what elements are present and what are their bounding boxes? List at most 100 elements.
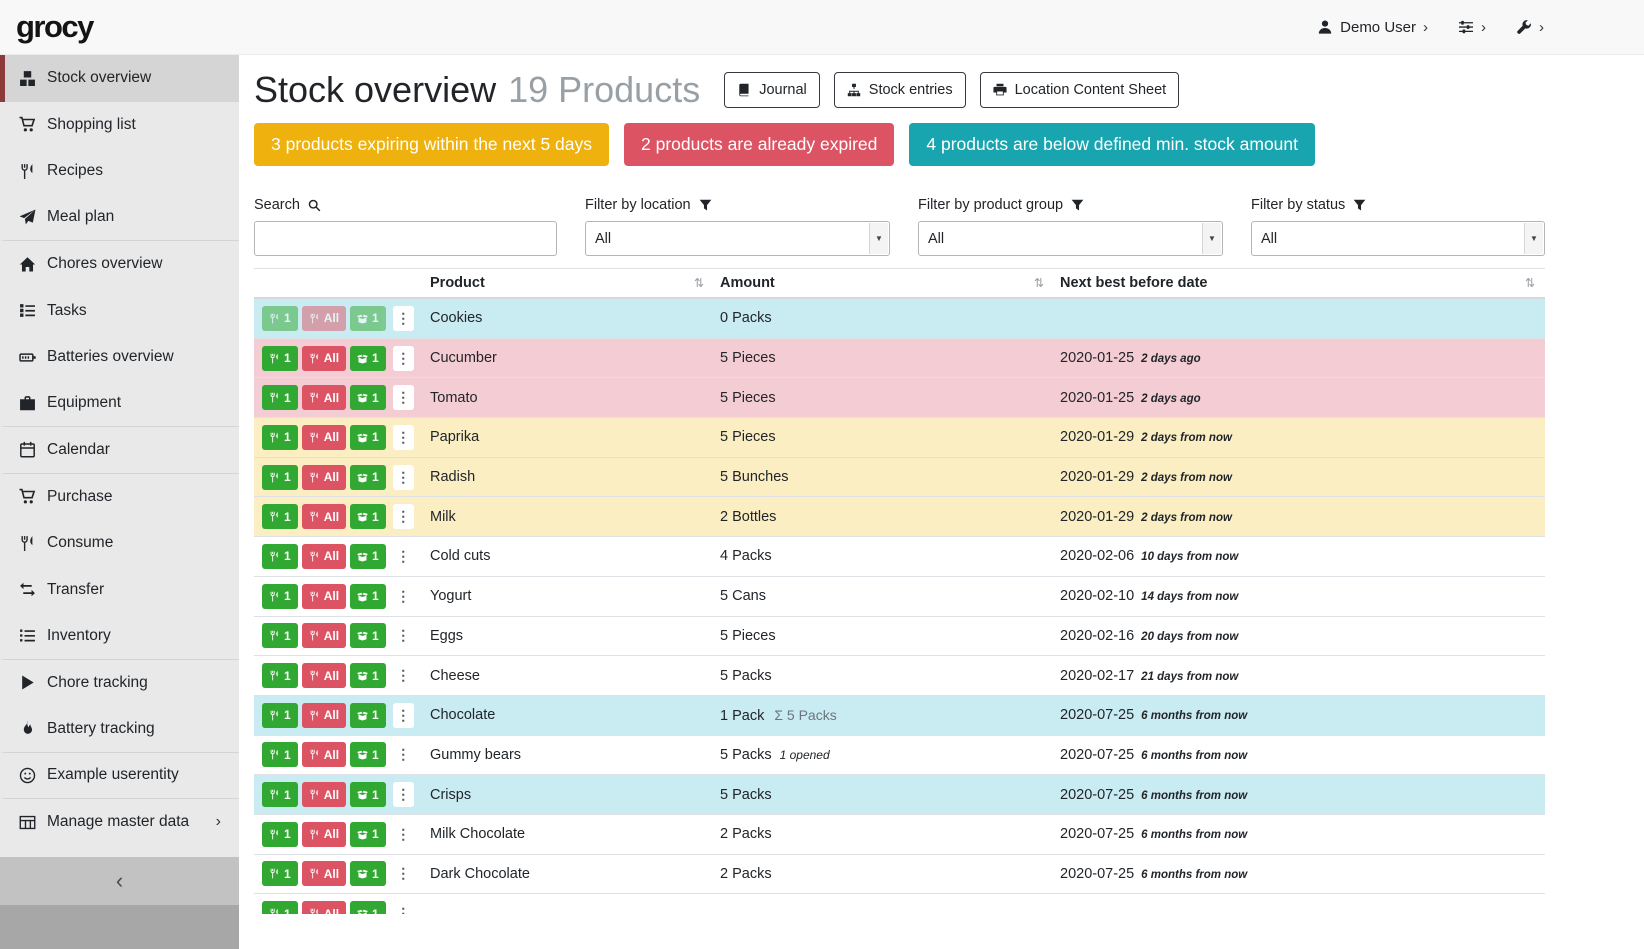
row-menu-button[interactable]: ⋮ bbox=[393, 861, 414, 886]
sidebar-item-meal-plan[interactable]: Meal plan bbox=[0, 195, 239, 242]
consume-one-button[interactable]: 1 bbox=[262, 901, 298, 914]
row-menu-button[interactable]: ⋮ bbox=[393, 584, 414, 609]
open-one-button[interactable]: 1 bbox=[350, 782, 386, 807]
consume-one-button[interactable]: 1 bbox=[262, 346, 298, 371]
consume-all-button[interactable]: All bbox=[302, 346, 346, 371]
sidebar-item-inventory[interactable]: Inventory bbox=[0, 613, 239, 660]
consume-one-button[interactable]: 1 bbox=[262, 782, 298, 807]
open-one-button[interactable]: 1 bbox=[350, 623, 386, 648]
sidebar-item-tasks[interactable]: Tasks bbox=[0, 288, 239, 335]
row-menu-button[interactable]: ⋮ bbox=[393, 346, 414, 371]
topbar-menu: Demo User › › › bbox=[1317, 19, 1544, 36]
consume-all-button[interactable]: All bbox=[302, 663, 346, 688]
open-one-button[interactable]: 1 bbox=[350, 584, 386, 609]
row-menu-button[interactable]: ⋮ bbox=[393, 742, 414, 767]
open-one-button[interactable]: 1 bbox=[350, 742, 386, 767]
row-menu-button[interactable]: ⋮ bbox=[393, 425, 414, 450]
sidebar-item-manage-master-data[interactable]: Manage master data › bbox=[0, 799, 239, 846]
status-filter-select[interactable]: All ▼ bbox=[1251, 221, 1545, 256]
consume-one-button[interactable]: 1 bbox=[262, 861, 298, 886]
row-menu-button[interactable]: ⋮ bbox=[393, 663, 414, 688]
consume-one-button[interactable]: 1 bbox=[262, 623, 298, 648]
consume-all-button[interactable]: All bbox=[302, 822, 346, 847]
consume-all-button[interactable]: All bbox=[302, 861, 346, 886]
sidebar-item-battery-tracking[interactable]: Battery tracking bbox=[0, 706, 239, 753]
user-menu[interactable]: Demo User › bbox=[1317, 19, 1428, 36]
row-menu-button[interactable]: ⋮ bbox=[393, 504, 414, 529]
open-one-button[interactable]: 1 bbox=[350, 663, 386, 688]
consume-all-button[interactable]: All bbox=[302, 742, 346, 767]
status-badge-expiring[interactable]: 3 products expiring within the next 5 da… bbox=[254, 123, 609, 166]
row-menu-button[interactable]: ⋮ bbox=[393, 385, 414, 410]
sidebar-item-consume[interactable]: Consume bbox=[0, 520, 239, 567]
consume-all-button[interactable]: All bbox=[302, 425, 346, 450]
app-logo[interactable]: grocy bbox=[16, 9, 93, 45]
open-one-button[interactable]: 1 bbox=[350, 346, 386, 371]
row-menu-button[interactable]: ⋮ bbox=[393, 544, 414, 569]
consume-all-button[interactable]: All bbox=[302, 306, 346, 331]
consume-all-button[interactable]: All bbox=[302, 544, 346, 569]
row-menu-button[interactable]: ⋮ bbox=[393, 822, 414, 847]
consume-one-button[interactable]: 1 bbox=[262, 663, 298, 688]
open-one-button[interactable]: 1 bbox=[350, 822, 386, 847]
sidebar-item-shopping-list[interactable]: Shopping list bbox=[0, 102, 239, 149]
stock-entries-button[interactable]: Stock entries bbox=[834, 72, 966, 108]
consume-one-button[interactable]: 1 bbox=[262, 742, 298, 767]
consume-all-button[interactable]: All bbox=[302, 623, 346, 648]
sidebar-item-stock-overview[interactable]: Stock overview bbox=[0, 55, 239, 102]
consume-one-button[interactable]: 1 bbox=[262, 465, 298, 490]
consume-all-button[interactable]: All bbox=[302, 901, 346, 914]
search-input[interactable] bbox=[254, 221, 557, 256]
open-one-button[interactable]: 1 bbox=[350, 465, 386, 490]
open-one-button[interactable]: 1 bbox=[350, 861, 386, 886]
sidebar-item-chore-tracking[interactable]: Chore tracking bbox=[0, 660, 239, 707]
consume-all-button[interactable]: All bbox=[302, 703, 346, 728]
open-one-button[interactable]: 1 bbox=[350, 703, 386, 728]
consume-one-button[interactable]: 1 bbox=[262, 584, 298, 609]
admin-menu[interactable]: › bbox=[1516, 19, 1544, 36]
consume-all-button[interactable]: All bbox=[302, 465, 346, 490]
consume-one-button[interactable]: 1 bbox=[262, 385, 298, 410]
column-header-date[interactable]: Next best before date ⇅ bbox=[1054, 275, 1545, 291]
consume-one-button[interactable]: 1 bbox=[262, 306, 298, 331]
consume-all-button[interactable]: All bbox=[302, 584, 346, 609]
sidebar-item-chores-overview[interactable]: Chores overview bbox=[0, 241, 239, 288]
sidebar-collapse-button[interactable]: ‹ bbox=[0, 857, 239, 905]
sidebar-item-purchase[interactable]: Purchase bbox=[0, 474, 239, 521]
row-menu-button[interactable]: ⋮ bbox=[393, 623, 414, 648]
column-header-product[interactable]: Product ⇅ bbox=[424, 275, 714, 291]
sidebar-item-transfer[interactable]: Transfer bbox=[0, 567, 239, 614]
consume-all-button[interactable]: All bbox=[302, 782, 346, 807]
row-menu-button[interactable]: ⋮ bbox=[393, 901, 414, 914]
sidebar-item-calendar[interactable]: Calendar bbox=[0, 427, 239, 474]
consume-one-button[interactable]: 1 bbox=[262, 822, 298, 847]
row-menu-button[interactable]: ⋮ bbox=[393, 306, 414, 331]
open-one-button[interactable]: 1 bbox=[350, 544, 386, 569]
consume-all-button[interactable]: All bbox=[302, 385, 346, 410]
sidebar-item-example-userentity[interactable]: Example userentity bbox=[0, 753, 239, 800]
sidebar-item-recipes[interactable]: Recipes bbox=[0, 148, 239, 195]
row-menu-button[interactable]: ⋮ bbox=[393, 703, 414, 728]
status-badge-belowmin[interactable]: 4 products are below defined min. stock … bbox=[909, 123, 1315, 166]
consume-all-button[interactable]: All bbox=[302, 504, 346, 529]
consume-one-button[interactable]: 1 bbox=[262, 544, 298, 569]
settings-menu[interactable]: › bbox=[1458, 19, 1486, 36]
consume-one-button[interactable]: 1 bbox=[262, 425, 298, 450]
open-one-button[interactable]: 1 bbox=[350, 504, 386, 529]
sidebar-item-equipment[interactable]: Equipment bbox=[0, 381, 239, 428]
open-one-button[interactable]: 1 bbox=[350, 385, 386, 410]
sidebar-item-batteries-overview[interactable]: Batteries overview bbox=[0, 334, 239, 381]
open-one-button[interactable]: 1 bbox=[350, 425, 386, 450]
row-menu-button[interactable]: ⋮ bbox=[393, 465, 414, 490]
journal-button[interactable]: Journal bbox=[724, 72, 820, 108]
location-filter-select[interactable]: All ▼ bbox=[585, 221, 890, 256]
status-badge-expired[interactable]: 2 products are already expired bbox=[624, 123, 894, 166]
consume-one-button[interactable]: 1 bbox=[262, 504, 298, 529]
consume-one-button[interactable]: 1 bbox=[262, 703, 298, 728]
location-content-sheet-button[interactable]: Location Content Sheet bbox=[980, 72, 1180, 108]
open-one-button[interactable]: 1 bbox=[350, 901, 386, 914]
product-group-filter-select[interactable]: All ▼ bbox=[918, 221, 1223, 256]
column-header-amount[interactable]: Amount ⇅ bbox=[714, 275, 1054, 291]
open-one-button[interactable]: 1 bbox=[350, 306, 386, 331]
row-menu-button[interactable]: ⋮ bbox=[393, 782, 414, 807]
